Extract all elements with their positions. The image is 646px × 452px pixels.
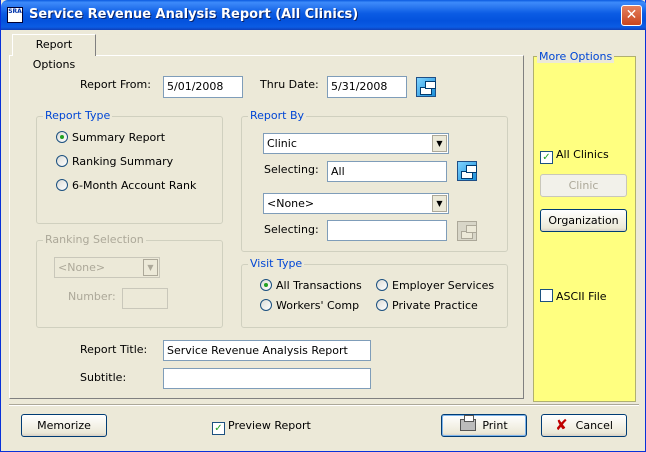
- visit-type-group: Visit Type: [241, 257, 508, 328]
- radio-ranking-summary[interactable]: Ranking Summary: [56, 155, 173, 169]
- preview-report-checkbox[interactable]: ✓ Preview Report: [212, 419, 311, 435]
- check-icon: ✓: [540, 151, 553, 164]
- radio-indicator: [260, 279, 272, 291]
- cancel-x-icon: ✘: [555, 416, 568, 434]
- memorize-button[interactable]: Memorize: [21, 414, 107, 437]
- selection-picker-disabled-icon: [457, 221, 477, 241]
- selecting-input-2[interactable]: [327, 220, 447, 241]
- radio-label: All Transactions: [276, 279, 362, 292]
- radio-label: Employer Services: [392, 279, 495, 292]
- printer-icon: [460, 415, 477, 431]
- radio-6-month-account-rank[interactable]: 6-Month Account Rank: [56, 179, 196, 193]
- radio-employer-services[interactable]: Employer Services: [376, 279, 494, 293]
- ascii-file-checkbox[interactable]: ASCII File: [540, 289, 607, 303]
- report-type-title: Report Type: [43, 109, 113, 122]
- number-input: [122, 288, 168, 309]
- cancel-button[interactable]: ✘ Cancel: [541, 414, 627, 437]
- footer-separator: [9, 404, 639, 406]
- tab-report-options[interactable]: Report Options: [12, 34, 96, 71]
- selection-picker-icon[interactable]: [457, 161, 477, 181]
- check-icon: ✓: [212, 422, 225, 435]
- radio-indicator: [56, 131, 68, 143]
- report-title-label: Report Title:: [80, 343, 148, 356]
- report-by-combo-1[interactable]: Clinic ▼: [263, 133, 449, 154]
- combo-value: Clinic: [267, 137, 297, 150]
- radio-label: 6-Month Account Rank: [72, 179, 197, 192]
- organization-button[interactable]: Organization: [540, 209, 627, 232]
- button-label: Print: [482, 419, 508, 432]
- radio-indicator: [56, 155, 68, 167]
- radio-label: Ranking Summary: [72, 155, 174, 168]
- radio-label: Workers' Comp: [276, 299, 360, 312]
- selecting-input-1[interactable]: All: [327, 161, 447, 182]
- thru-date-label: Thru Date:: [260, 78, 319, 91]
- checkbox-box: [540, 289, 553, 302]
- selecting-label-1: Selecting:: [264, 163, 319, 176]
- radio-private-practice[interactable]: Private Practice: [376, 299, 478, 313]
- window-title: Service Revenue Analysis Report (All Cli…: [29, 7, 359, 22]
- checkbox-label: All Clinics: [556, 148, 609, 161]
- print-button[interactable]: Print: [441, 414, 527, 437]
- subtitle-input[interactable]: [163, 368, 371, 389]
- radio-indicator: [56, 179, 68, 191]
- visit-type-title: Visit Type: [248, 257, 305, 270]
- chevron-down-icon[interactable]: ▼: [432, 195, 447, 212]
- radio-summary-report[interactable]: Summary Report: [56, 131, 165, 145]
- button-label: Cancel: [575, 419, 613, 432]
- thru-date-input[interactable]: 5/31/2008: [327, 76, 407, 98]
- report-by-title: Report By: [248, 109, 307, 122]
- ranking-selection-title: Ranking Selection: [43, 233, 146, 246]
- report-by-combo-2[interactable]: <None> ▼: [263, 193, 449, 214]
- clinic-button: Clinic: [540, 174, 627, 197]
- combo-value: <None>: [58, 261, 106, 274]
- report-from-label: Report From:: [80, 78, 151, 91]
- ranking-combo: <None> ▼: [54, 257, 160, 278]
- close-button[interactable]: ✕: [621, 5, 642, 26]
- radio-label: Private Practice: [392, 299, 478, 312]
- combo-value: <None>: [267, 197, 315, 210]
- report-dialog: SRA Service Revenue Analysis Report (All…: [0, 0, 646, 452]
- date-picker-icon[interactable]: [416, 77, 436, 97]
- subtitle-label: Subtitle:: [80, 371, 127, 384]
- radio-label: Summary Report: [72, 131, 166, 144]
- all-clinics-checkbox[interactable]: ✓ All Clinics: [540, 148, 609, 164]
- ranking-selection-group: Ranking Selection: [36, 233, 223, 328]
- tab-label: Report Options: [32, 38, 76, 71]
- chevron-down-icon: ▼: [143, 259, 158, 276]
- more-options-title: More Options: [537, 50, 615, 63]
- app-icon: SRA: [7, 7, 23, 23]
- title-bar[interactable]: SRA Service Revenue Analysis Report (All…: [1, 0, 646, 30]
- radio-indicator: [376, 279, 388, 291]
- checkbox-label: Preview Report: [228, 419, 311, 432]
- checkbox-label: ASCII File: [556, 290, 607, 303]
- close-icon: ✕: [625, 7, 638, 23]
- selecting-label-2: Selecting:: [264, 223, 319, 236]
- radio-all-transactions[interactable]: All Transactions: [260, 279, 362, 293]
- radio-indicator: [376, 299, 388, 311]
- number-label: Number:: [68, 290, 116, 303]
- radio-workers-comp[interactable]: Workers' Comp: [260, 299, 359, 313]
- report-from-input[interactable]: 5/01/2008: [163, 76, 243, 98]
- chevron-down-icon[interactable]: ▼: [432, 135, 447, 152]
- radio-indicator: [260, 299, 272, 311]
- report-title-input[interactable]: Service Revenue Analysis Report: [163, 340, 371, 361]
